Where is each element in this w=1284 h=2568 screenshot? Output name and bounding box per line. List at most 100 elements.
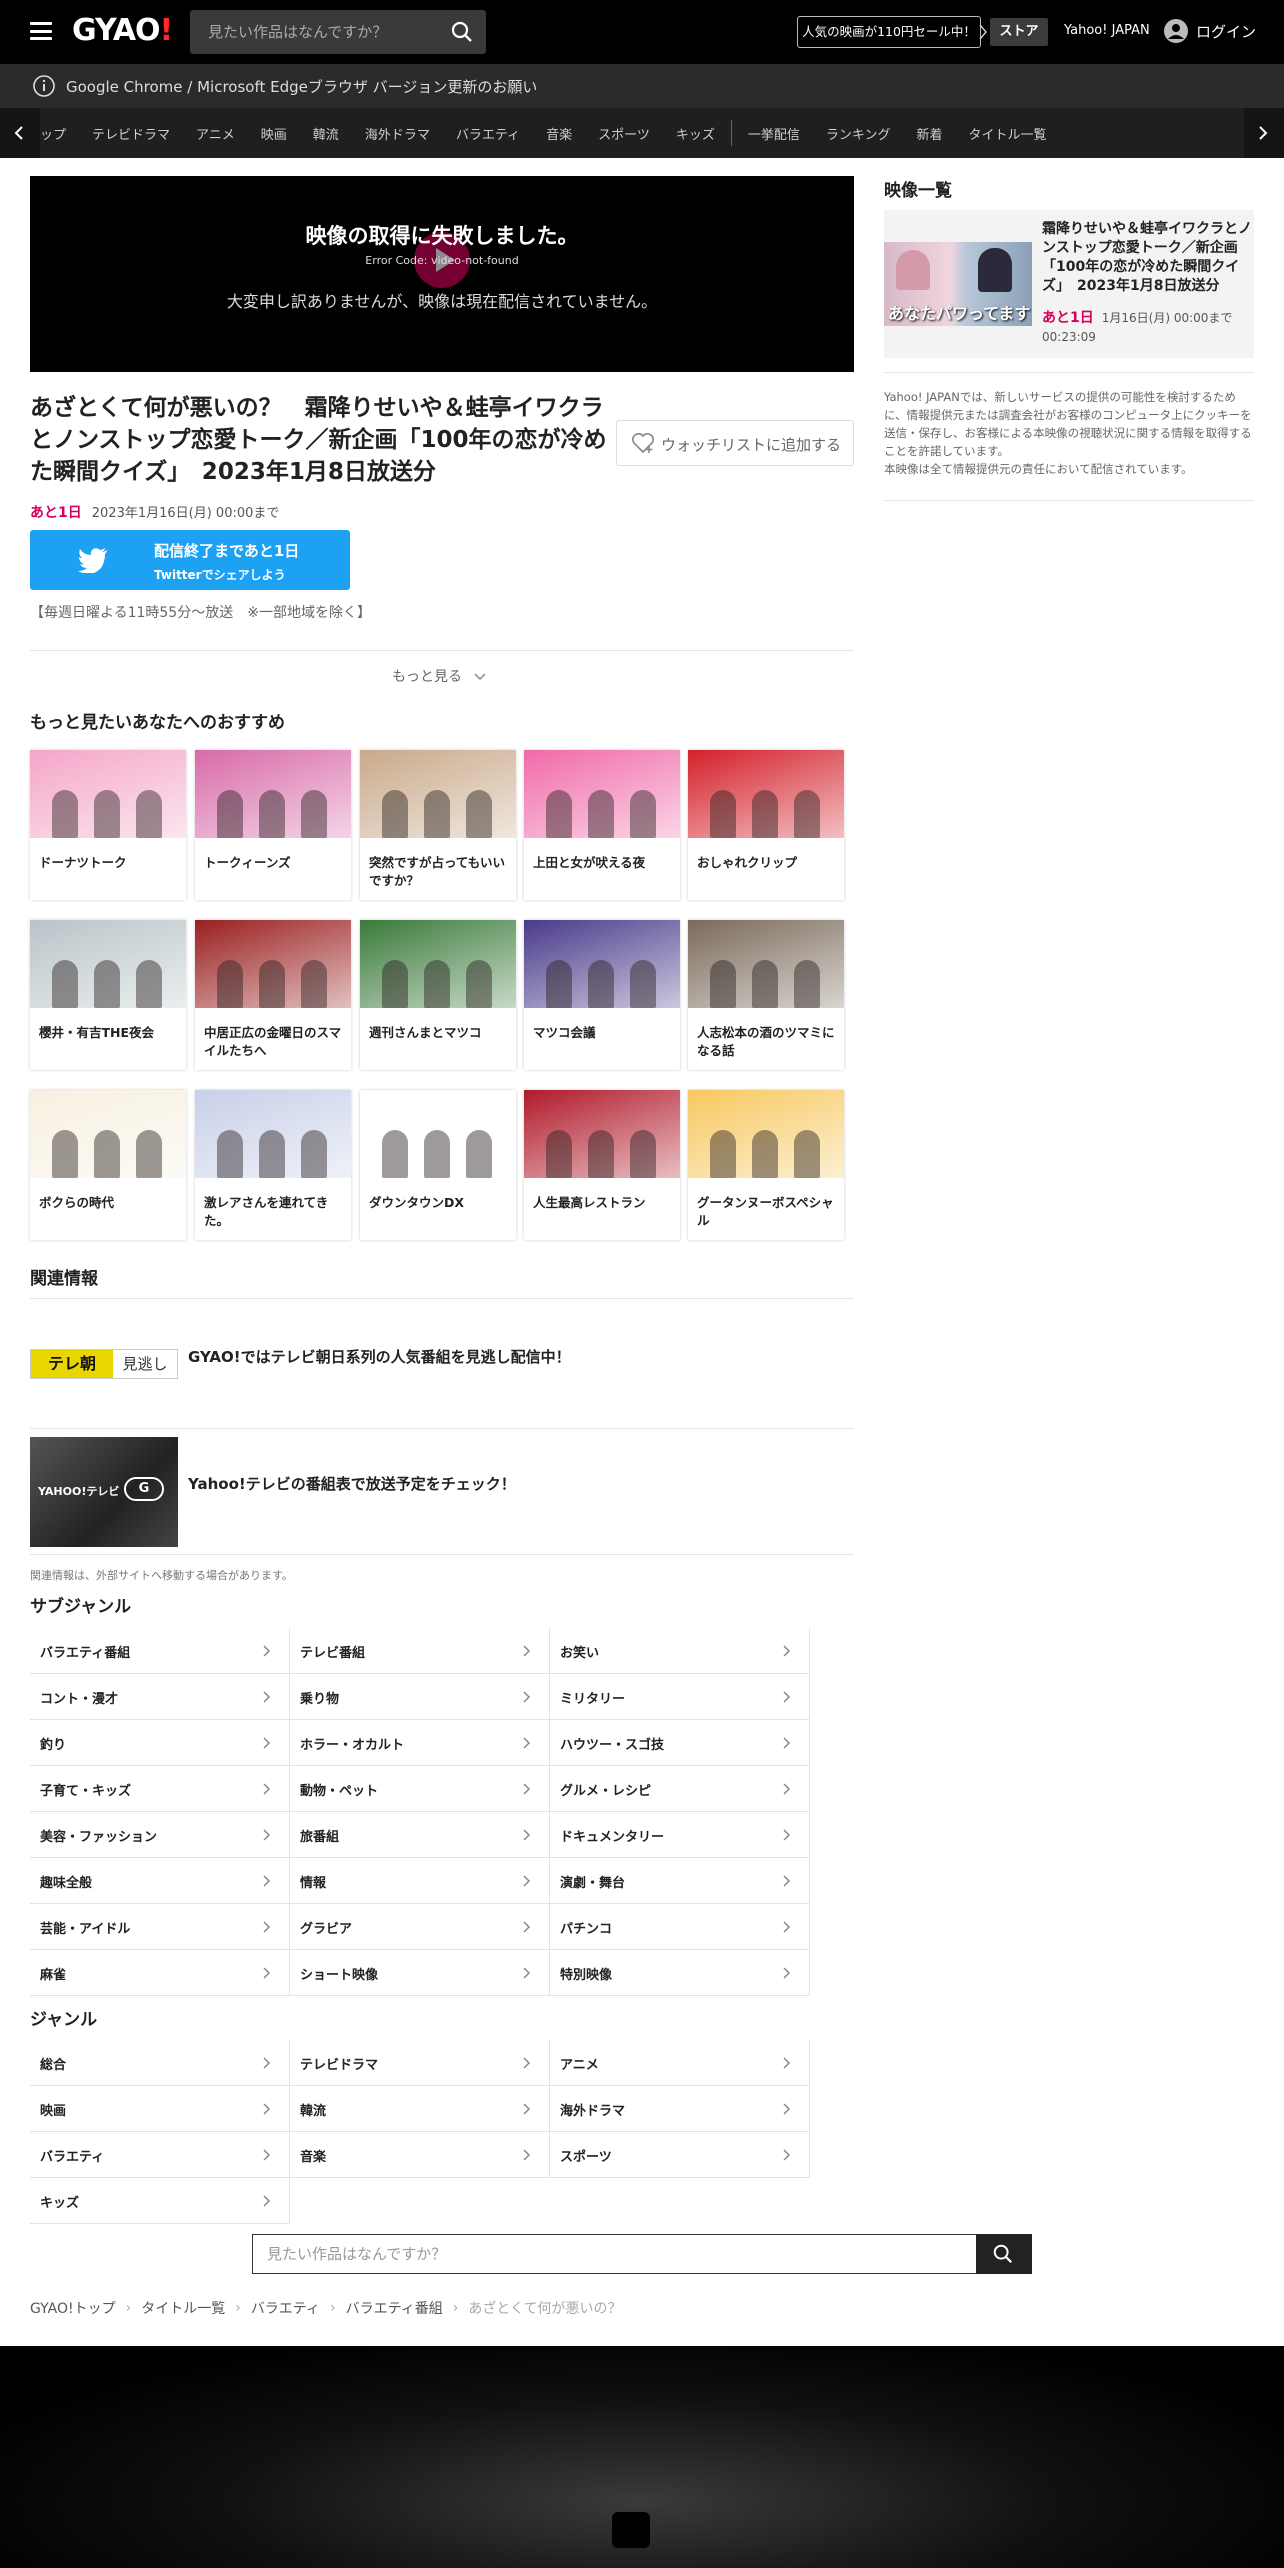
- nav-prev-button[interactable]: [0, 108, 40, 158]
- video-list-item[interactable]: あなたパワってます 霜降りせいや＆蛙亭イワクラとノンストップ恋愛トーク／新企画「…: [884, 210, 1254, 358]
- subgenre-item[interactable]: 趣味全般: [30, 1858, 290, 1904]
- category-nav-item[interactable]: アニメ: [196, 124, 235, 143]
- breadcrumb-item[interactable]: タイトル一覧: [141, 2298, 225, 2318]
- subgenre-item[interactable]: バラエティ番組: [30, 1628, 290, 1674]
- category-nav-item[interactable]: 新着: [916, 124, 942, 143]
- subgenre-label: 乗り物: [300, 1692, 340, 1707]
- bottom-search-input[interactable]: [252, 2234, 976, 2274]
- hamburger-menu-icon[interactable]: [30, 22, 52, 40]
- subgenre-item[interactable]: 旅番組: [290, 1812, 550, 1858]
- subgenre-item[interactable]: ショート映像: [290, 1950, 550, 1996]
- subgenre-item[interactable]: 子育て・キッズ: [30, 1766, 290, 1812]
- category-nav-item[interactable]: ランキング: [826, 124, 891, 143]
- video-player[interactable]: 映像の取得に失敗しました。 Error Code: video-not-foun…: [30, 176, 854, 372]
- gyao-logo[interactable]: GYAO!: [72, 13, 173, 48]
- subgenre-item[interactable]: パチンコ: [550, 1904, 810, 1950]
- thumbnail-figure: [588, 1130, 614, 1178]
- category-nav-item[interactable]: 韓流: [313, 124, 339, 143]
- sale-button[interactable]: 人気の映画が110円セール中！: [797, 16, 981, 48]
- chevron-right-icon: [523, 1829, 531, 1841]
- recommend-card[interactable]: ドーナツトーク: [30, 750, 186, 900]
- header-search-input[interactable]: [190, 10, 440, 54]
- subgenre-item[interactable]: ミリタリー: [550, 1674, 810, 1720]
- genre-item[interactable]: 音楽: [290, 2132, 550, 2178]
- recommend-title: 週刊さんまとマツコ: [369, 1025, 482, 1040]
- genre-item[interactable]: 映画: [30, 2086, 290, 2132]
- recommend-card[interactable]: 週刊さんまとマツコ: [360, 920, 516, 1070]
- recommend-card[interactable]: グータンヌーボスペシャル: [688, 1090, 844, 1240]
- subgenre-item[interactable]: ハウツー・スゴ技: [550, 1720, 810, 1766]
- footer-button[interactable]: [612, 2512, 650, 2548]
- thumbnail-figure: [217, 790, 243, 838]
- genre-item[interactable]: バラエティ: [30, 2132, 290, 2178]
- recommend-card[interactable]: 櫻井・有吉THE夜会: [30, 920, 186, 1070]
- category-nav-item[interactable]: 一挙配信: [748, 124, 800, 143]
- subgenre-item[interactable]: コント・漫才: [30, 1674, 290, 1720]
- genre-item[interactable]: 韓流: [290, 2086, 550, 2132]
- genre-item[interactable]: 総合: [30, 2040, 290, 2086]
- recommend-title: トークィーンズ: [204, 855, 291, 870]
- subgenre-item[interactable]: グルメ・レシピ: [550, 1766, 810, 1812]
- bottom-search-button[interactable]: [976, 2234, 1032, 2274]
- category-nav-item[interactable]: タイトル一覧: [969, 124, 1047, 143]
- recommend-card[interactable]: ダウンタウンDX: [360, 1090, 516, 1240]
- category-nav-item[interactable]: ップ: [40, 124, 66, 143]
- breadcrumb-item: あざとくて何が悪いの？: [468, 2301, 622, 2317]
- recommend-card[interactable]: おしゃれクリップ: [688, 750, 844, 900]
- subgenre-item[interactable]: ドキュメンタリー: [550, 1812, 810, 1858]
- thumbnail-figure: [794, 790, 820, 838]
- subgenre-item[interactable]: 釣り: [30, 1720, 290, 1766]
- subgenre-item[interactable]: テレビ番組: [290, 1628, 550, 1674]
- breadcrumb-item[interactable]: バラエティ番組: [346, 2298, 443, 2318]
- yahoo-japan-link[interactable]: Yahoo! JAPAN: [1064, 23, 1150, 38]
- recommend-card[interactable]: 中居正広の金曜日のスマイルたちへ: [195, 920, 351, 1070]
- recommend-card[interactable]: 上田と女が吠える夜: [524, 750, 680, 900]
- subgenre-item[interactable]: 芸能・アイドル: [30, 1904, 290, 1950]
- genre-item[interactable]: テレビドラマ: [290, 2040, 550, 2086]
- add-watchlist-button[interactable]: ウォッチリストに追加する: [616, 420, 854, 466]
- thumbnail-figure: [382, 790, 408, 838]
- nav-next-button[interactable]: [1244, 108, 1284, 158]
- breadcrumb-item[interactable]: GYAO!トップ: [30, 2298, 116, 2318]
- breadcrumb-item[interactable]: バラエティ: [251, 2298, 320, 2318]
- subgenre-item[interactable]: 情報: [290, 1858, 550, 1904]
- recommend-title: マツコ会議: [533, 1025, 596, 1040]
- recommend-card[interactable]: ボクらの時代: [30, 1090, 186, 1240]
- login-button[interactable]: ログイン: [1164, 19, 1256, 43]
- category-nav-item[interactable]: テレビドラマ: [92, 124, 170, 143]
- recommend-thumbnail: [524, 920, 680, 1008]
- subgenre-label: 子育て・キッズ: [40, 1784, 132, 1799]
- subgenre-item[interactable]: 乗り物: [290, 1674, 550, 1720]
- recommend-card[interactable]: 人生最高レストラン: [524, 1090, 680, 1240]
- recommend-card[interactable]: マツコ会議: [524, 920, 680, 1070]
- search-icon[interactable]: [450, 20, 474, 44]
- subgenre-item[interactable]: 演劇・舞台: [550, 1858, 810, 1904]
- genre-item[interactable]: キッズ: [30, 2178, 290, 2224]
- category-nav-item[interactable]: スポーツ: [598, 124, 650, 143]
- genre-label: 海外ドラマ: [560, 2104, 626, 2119]
- category-nav-item[interactable]: 海外ドラマ: [365, 124, 430, 143]
- category-nav-item[interactable]: 映画: [261, 124, 287, 143]
- subgenre-item[interactable]: ホラー・オカルト: [290, 1720, 550, 1766]
- store-button[interactable]: ストア: [990, 18, 1048, 46]
- genre-item[interactable]: アニメ: [550, 2040, 810, 2086]
- category-nav-item[interactable]: 音楽: [546, 124, 572, 143]
- subgenre-item[interactable]: お笑い: [550, 1628, 810, 1674]
- category-nav-item[interactable]: バラエティ: [456, 124, 520, 143]
- genre-item[interactable]: スポーツ: [550, 2132, 810, 2178]
- subgenre-label: ドキュメンタリー: [560, 1830, 665, 1845]
- genre-item[interactable]: 海外ドラマ: [550, 2086, 810, 2132]
- recommend-card[interactable]: トークィーンズ: [195, 750, 351, 900]
- recommend-card[interactable]: 激レアさんを連れてきた。: [195, 1090, 351, 1240]
- subgenre-item[interactable]: 美容・ファッション: [30, 1812, 290, 1858]
- subgenre-item[interactable]: 麻雀: [30, 1950, 290, 1996]
- subgenre-item[interactable]: 特別映像: [550, 1950, 810, 1996]
- recommend-card[interactable]: 突然ですが占ってもいいですか？: [360, 750, 516, 900]
- category-nav-item[interactable]: キッズ: [676, 124, 715, 143]
- subgenre-item[interactable]: グラビア: [290, 1904, 550, 1950]
- subgenre-item[interactable]: 動物・ペット: [290, 1766, 550, 1812]
- browser-update-notice[interactable]: Google Chrome / Microsoft Edgeブラウザ バージョン…: [0, 64, 1284, 108]
- recommend-card[interactable]: 人志松本の酒のツマミになる話: [688, 920, 844, 1070]
- twitter-share-button[interactable]: 配信終了まであと1日 Twitterでシェアしよう: [30, 530, 350, 590]
- show-more-button[interactable]: もっと見る: [392, 666, 486, 686]
